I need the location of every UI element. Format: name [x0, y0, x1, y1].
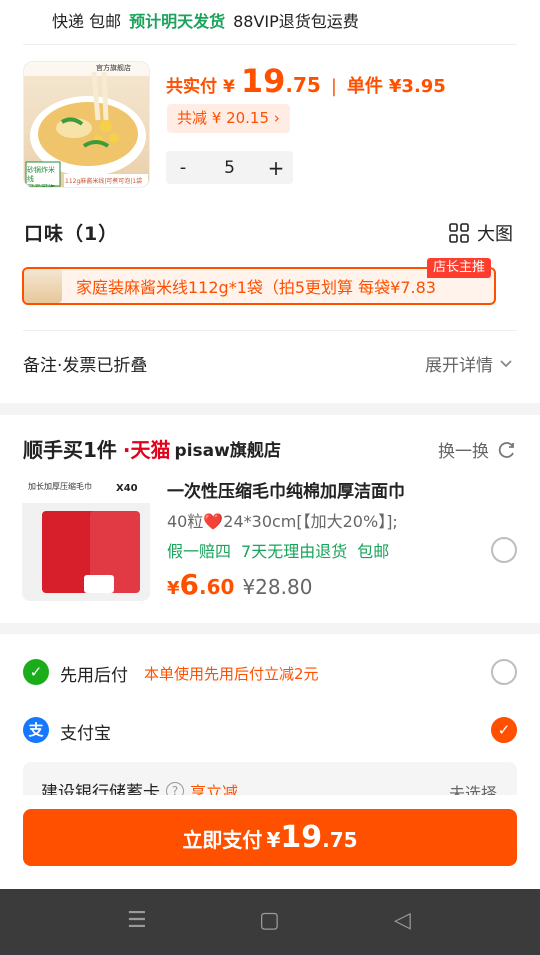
unit-price: ¥3.95 — [388, 76, 446, 97]
pay-option-name: 先用后付 — [60, 666, 128, 686]
increase-button[interactable]: + — [259, 156, 293, 180]
shipping-method: 快递 包邮 — [52, 12, 122, 31]
variant-label: 家庭装麻酱米线112g*1袋（拍5更划算 每袋¥7.83 — [76, 278, 436, 297]
shipping-eta: 预计明天发货 — [129, 12, 226, 31]
expand-label: 展开详情 — [425, 356, 493, 376]
thumb-brand: 官方旗舰店 — [96, 64, 131, 72]
vip-return-note: 88VIP退货包运费 — [233, 12, 359, 31]
pay-later-note: 本单使用先用后付立减2元 — [144, 665, 319, 683]
pay-later-icon: ✓ — [23, 659, 49, 685]
towel-product-image[interactable]: 加长加厚压缩毛巾 X40 — [22, 475, 150, 601]
pay-amount-int: 19 — [280, 820, 323, 855]
pay-now-button[interactable]: 立即支付 ¥ 19 .75 — [23, 809, 517, 866]
addon-select-radio[interactable] — [491, 537, 517, 563]
pay-currency: ¥ — [266, 828, 281, 852]
total-int: 19 — [240, 62, 286, 100]
section-gap — [0, 403, 540, 415]
total-amount: 19.75 — [241, 62, 321, 100]
towel-img-count: X40 — [116, 483, 138, 494]
refresh-icon — [498, 441, 514, 458]
currency-symbol: ¥ — [223, 77, 235, 97]
tag-return-policy: 7天无理由退货 — [241, 542, 348, 561]
expand-details-button[interactable]: 展开详情 — [425, 351, 513, 376]
addon-title-text: 顺手买1件 — [23, 438, 117, 462]
pay-option-name: 支付宝 — [60, 724, 111, 744]
addon-product-spec[interactable]: 40粒❤️24*30cm[【加大20%】]; — [167, 508, 398, 532]
total-dec: .75 — [285, 73, 321, 97]
pay-now-label: 立即支付 — [182, 828, 263, 852]
store-name: pisaw旗舰店 — [174, 441, 281, 461]
towel-tablet — [84, 575, 114, 593]
divider — [23, 44, 517, 45]
addon-price-dec: .60 — [199, 575, 235, 599]
pay-amount-dec: .75 — [322, 828, 358, 852]
divider — [23, 330, 517, 331]
addon-tags: 假一赔四 7天无理由退货 包邮 — [167, 538, 389, 562]
addon-currency: ¥ — [167, 578, 180, 599]
product-image[interactable]: 官方旗舰店 砂锅炸米线 可煮可泡 112g麻酱米线|可煮可泡|1袋 — [23, 61, 150, 188]
big-picture-label: 大图 — [477, 224, 513, 245]
flavor-label: 口味（1） — [24, 223, 119, 245]
addon-title: 顺手买1件 ·天猫 pisaw旗舰店 — [23, 434, 281, 463]
recommend-badge: 店长主推 — [427, 258, 492, 278]
refresh-button[interactable]: 换一换 — [438, 437, 517, 462]
towel-img-header: 加长加厚压缩毛巾 — [28, 482, 92, 491]
pay-later-radio[interactable] — [491, 659, 517, 685]
addon-price-int: 6 — [179, 568, 200, 601]
alipay-radio[interactable]: ✓ — [491, 717, 517, 743]
shipping-row: 快递 包邮 预计明天发货 88VIP退货包运费 — [52, 8, 359, 32]
quantity-stepper: - 5 + — [166, 151, 293, 184]
price-separator: | — [330, 76, 337, 97]
quantity-input[interactable]: 5 — [200, 158, 259, 178]
alipay-icon: 支 — [23, 717, 49, 743]
big-picture-toggle[interactable]: 大图 — [449, 220, 513, 246]
unit-label: 单件 — [346, 76, 383, 97]
thumb-caption-bottom: 112g麻酱米线|可煮可泡|1袋 — [65, 178, 143, 185]
decrease-button[interactable]: - — [166, 157, 200, 178]
addon-original-price: ¥28.80 — [242, 575, 313, 599]
tag-fake-compensation: 假一赔四 — [167, 542, 232, 561]
section-gap — [0, 623, 540, 634]
grid-icon — [449, 223, 469, 243]
home-icon[interactable]: ▢ — [259, 908, 280, 933]
chevron-down-icon — [500, 359, 512, 367]
variant-thumbnail — [24, 269, 62, 303]
total-price-row: 共实付 ¥ 19.75 | 单件 ¥3.95 — [166, 62, 446, 100]
refresh-label: 换一换 — [438, 442, 489, 462]
tag-free-shipping: 包邮 — [357, 542, 390, 561]
back-icon[interactable]: ◁ — [394, 908, 411, 933]
flavor-option[interactable]: 家庭装麻酱米线112g*1袋（拍5更划算 每袋¥7.83 — [22, 267, 496, 305]
tmall-label: ·天猫 — [122, 438, 171, 462]
thumb-caption-left: 砂锅炸米线 可煮可泡 — [27, 166, 55, 188]
addon-product-name[interactable]: 一次性压缩毛巾纯棉加厚洁面巾 — [167, 477, 405, 502]
total-label: 共实付 — [166, 77, 217, 97]
remark-invoice-label: 备注·发票已折叠 — [23, 356, 148, 376]
discount-detail-button[interactable]: 共减 ¥ 20.15 › — [167, 104, 290, 133]
addon-price: ¥ 6 .60 ¥28.80 — [167, 568, 312, 601]
menu-icon[interactable]: ☰ — [127, 908, 147, 933]
